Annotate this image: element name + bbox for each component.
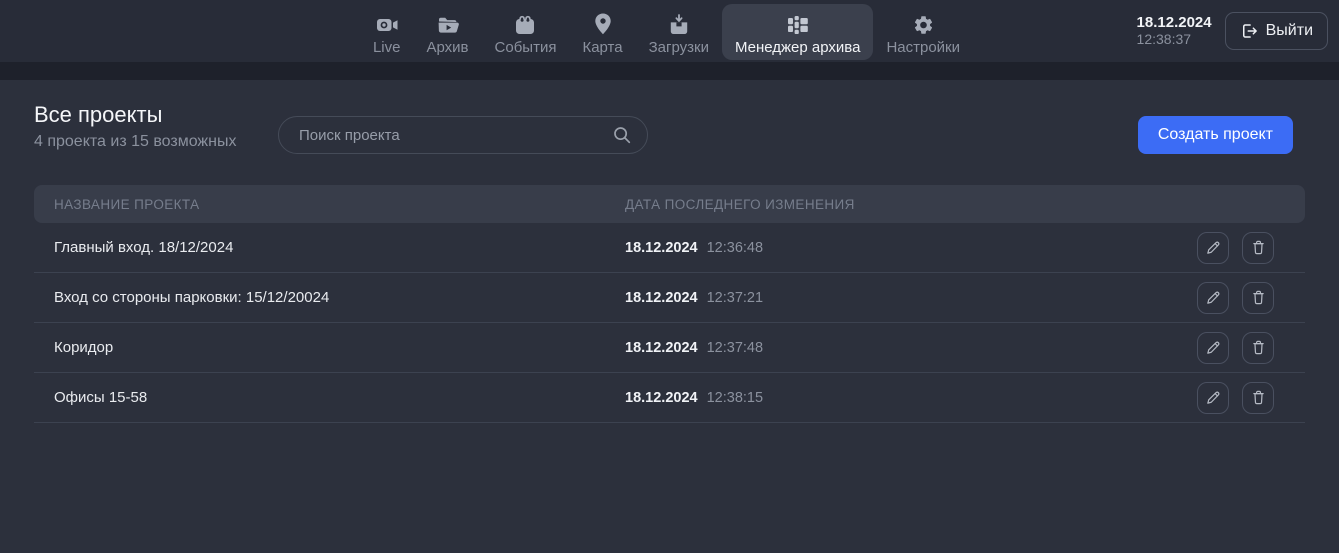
current-date: 18.12.2024 [1137, 14, 1212, 31]
table-body: Главный вход. 18/12/2024 18.12.2024 12:3… [34, 223, 1305, 423]
pencil-icon [1205, 239, 1222, 256]
nav-item-archive[interactable]: Архив [414, 4, 482, 60]
project-name: Главный вход. 18/12/2024 [54, 239, 625, 256]
row-actions [1197, 332, 1305, 364]
search-input[interactable] [279, 127, 612, 144]
separator-strip [0, 62, 1339, 80]
projects-table: НАЗВАНИЕ ПРОЕКТА ДАТА ПОСЛЕДНЕГО ИЗМЕНЕН… [34, 185, 1305, 423]
page-subtitle: 4 проекта из 15 возможных [34, 133, 236, 151]
logout-label: Выйти [1266, 22, 1313, 40]
nav-item-downloads[interactable]: Загрузки [636, 4, 722, 60]
nav-item-archive-manager[interactable]: Менеджер архива [722, 4, 873, 60]
folder-play-icon [435, 12, 461, 36]
project-modified: 18.12.2024 12:37:48 [625, 340, 1197, 356]
pencil-icon [1205, 289, 1222, 306]
nav-label: События [495, 39, 557, 56]
project-modified: 18.12.2024 12:38:15 [625, 390, 1197, 406]
logout-icon [1240, 22, 1258, 40]
delete-project-button[interactable] [1242, 382, 1274, 414]
project-name: Вход со стороны парковки: 15/12/20024 [54, 289, 625, 306]
trash-icon [1250, 289, 1267, 306]
logout-button[interactable]: Выйти [1225, 12, 1328, 50]
main-nav: Live Архив Событ [360, 0, 973, 62]
column-header-name: НАЗВАНИЕ ПРОЕКТА [54, 197, 625, 212]
datetime-display: 18.12.2024 12:38:37 [1137, 14, 1212, 48]
row-actions [1197, 382, 1305, 414]
table-row: Главный вход. 18/12/2024 18.12.2024 12:3… [34, 223, 1305, 273]
row-actions [1197, 232, 1305, 264]
nav-label: Live [373, 39, 401, 56]
row-actions [1197, 282, 1305, 314]
topbar-right: 18.12.2024 12:38:37 Выйти [1137, 0, 1328, 62]
modified-date: 18.12.2024 [625, 290, 698, 306]
modified-date: 18.12.2024 [625, 340, 698, 356]
project-modified: 18.12.2024 12:36:48 [625, 240, 1197, 256]
modified-time: 12:36:48 [707, 240, 763, 256]
trash-icon [1250, 239, 1267, 256]
search-icon[interactable] [612, 125, 632, 145]
project-name: Офисы 15-58 [54, 389, 625, 406]
nav-item-events[interactable]: События [482, 4, 570, 60]
table-row: Коридор 18.12.2024 12:37:48 [34, 323, 1305, 373]
modified-date: 18.12.2024 [625, 390, 698, 406]
modified-time: 12:37:48 [707, 340, 763, 356]
pencil-icon [1205, 339, 1222, 356]
trash-icon [1250, 389, 1267, 406]
modified-time: 12:37:21 [707, 290, 763, 306]
edit-project-button[interactable] [1197, 332, 1229, 364]
top-navigation-bar: Live Архив Событ [0, 0, 1339, 62]
page-title: Все проекты [34, 102, 236, 128]
edit-project-button[interactable] [1197, 232, 1229, 264]
tiles-icon [785, 12, 811, 36]
nav-label: Менеджер архива [735, 39, 860, 56]
column-header-modified: ДАТА ПОСЛЕДНЕГО ИЗМЕНЕНИЯ [625, 197, 1305, 212]
project-modified: 18.12.2024 12:37:21 [625, 290, 1197, 306]
nav-label: Архив [427, 39, 469, 56]
nav-item-live[interactable]: Live [360, 4, 414, 60]
modified-date: 18.12.2024 [625, 240, 698, 256]
project-search [278, 116, 648, 154]
edit-project-button[interactable] [1197, 382, 1229, 414]
delete-project-button[interactable] [1242, 282, 1274, 314]
pencil-icon [1205, 389, 1222, 406]
video-camera-icon [374, 12, 400, 36]
map-pin-icon [590, 12, 616, 36]
title-group: Все проекты 4 проекта из 15 возможных [34, 102, 236, 151]
trash-icon [1250, 339, 1267, 356]
table-header: НАЗВАНИЕ ПРОЕКТА ДАТА ПОСЛЕДНЕГО ИЗМЕНЕН… [34, 185, 1305, 223]
nav-label: Карта [582, 39, 622, 56]
edit-project-button[interactable] [1197, 282, 1229, 314]
current-time: 12:38:37 [1137, 31, 1192, 48]
table-row: Вход со стороны парковки: 15/12/20024 18… [34, 273, 1305, 323]
delete-project-button[interactable] [1242, 232, 1274, 264]
nav-item-settings[interactable]: Настройки [873, 4, 973, 60]
nav-label: Настройки [886, 39, 960, 56]
download-icon [666, 12, 692, 36]
nav-label: Загрузки [649, 39, 709, 56]
projects-page: Все проекты 4 проекта из 15 возможных Со… [0, 80, 1339, 553]
gear-icon [912, 12, 935, 36]
delete-project-button[interactable] [1242, 332, 1274, 364]
modified-time: 12:38:15 [707, 390, 763, 406]
events-icon [512, 12, 538, 36]
table-row: Офисы 15-58 18.12.2024 12:38:15 [34, 373, 1305, 423]
project-name: Коридор [54, 339, 625, 356]
nav-item-map[interactable]: Карта [569, 4, 635, 60]
create-project-button[interactable]: Создать проект [1138, 116, 1293, 154]
